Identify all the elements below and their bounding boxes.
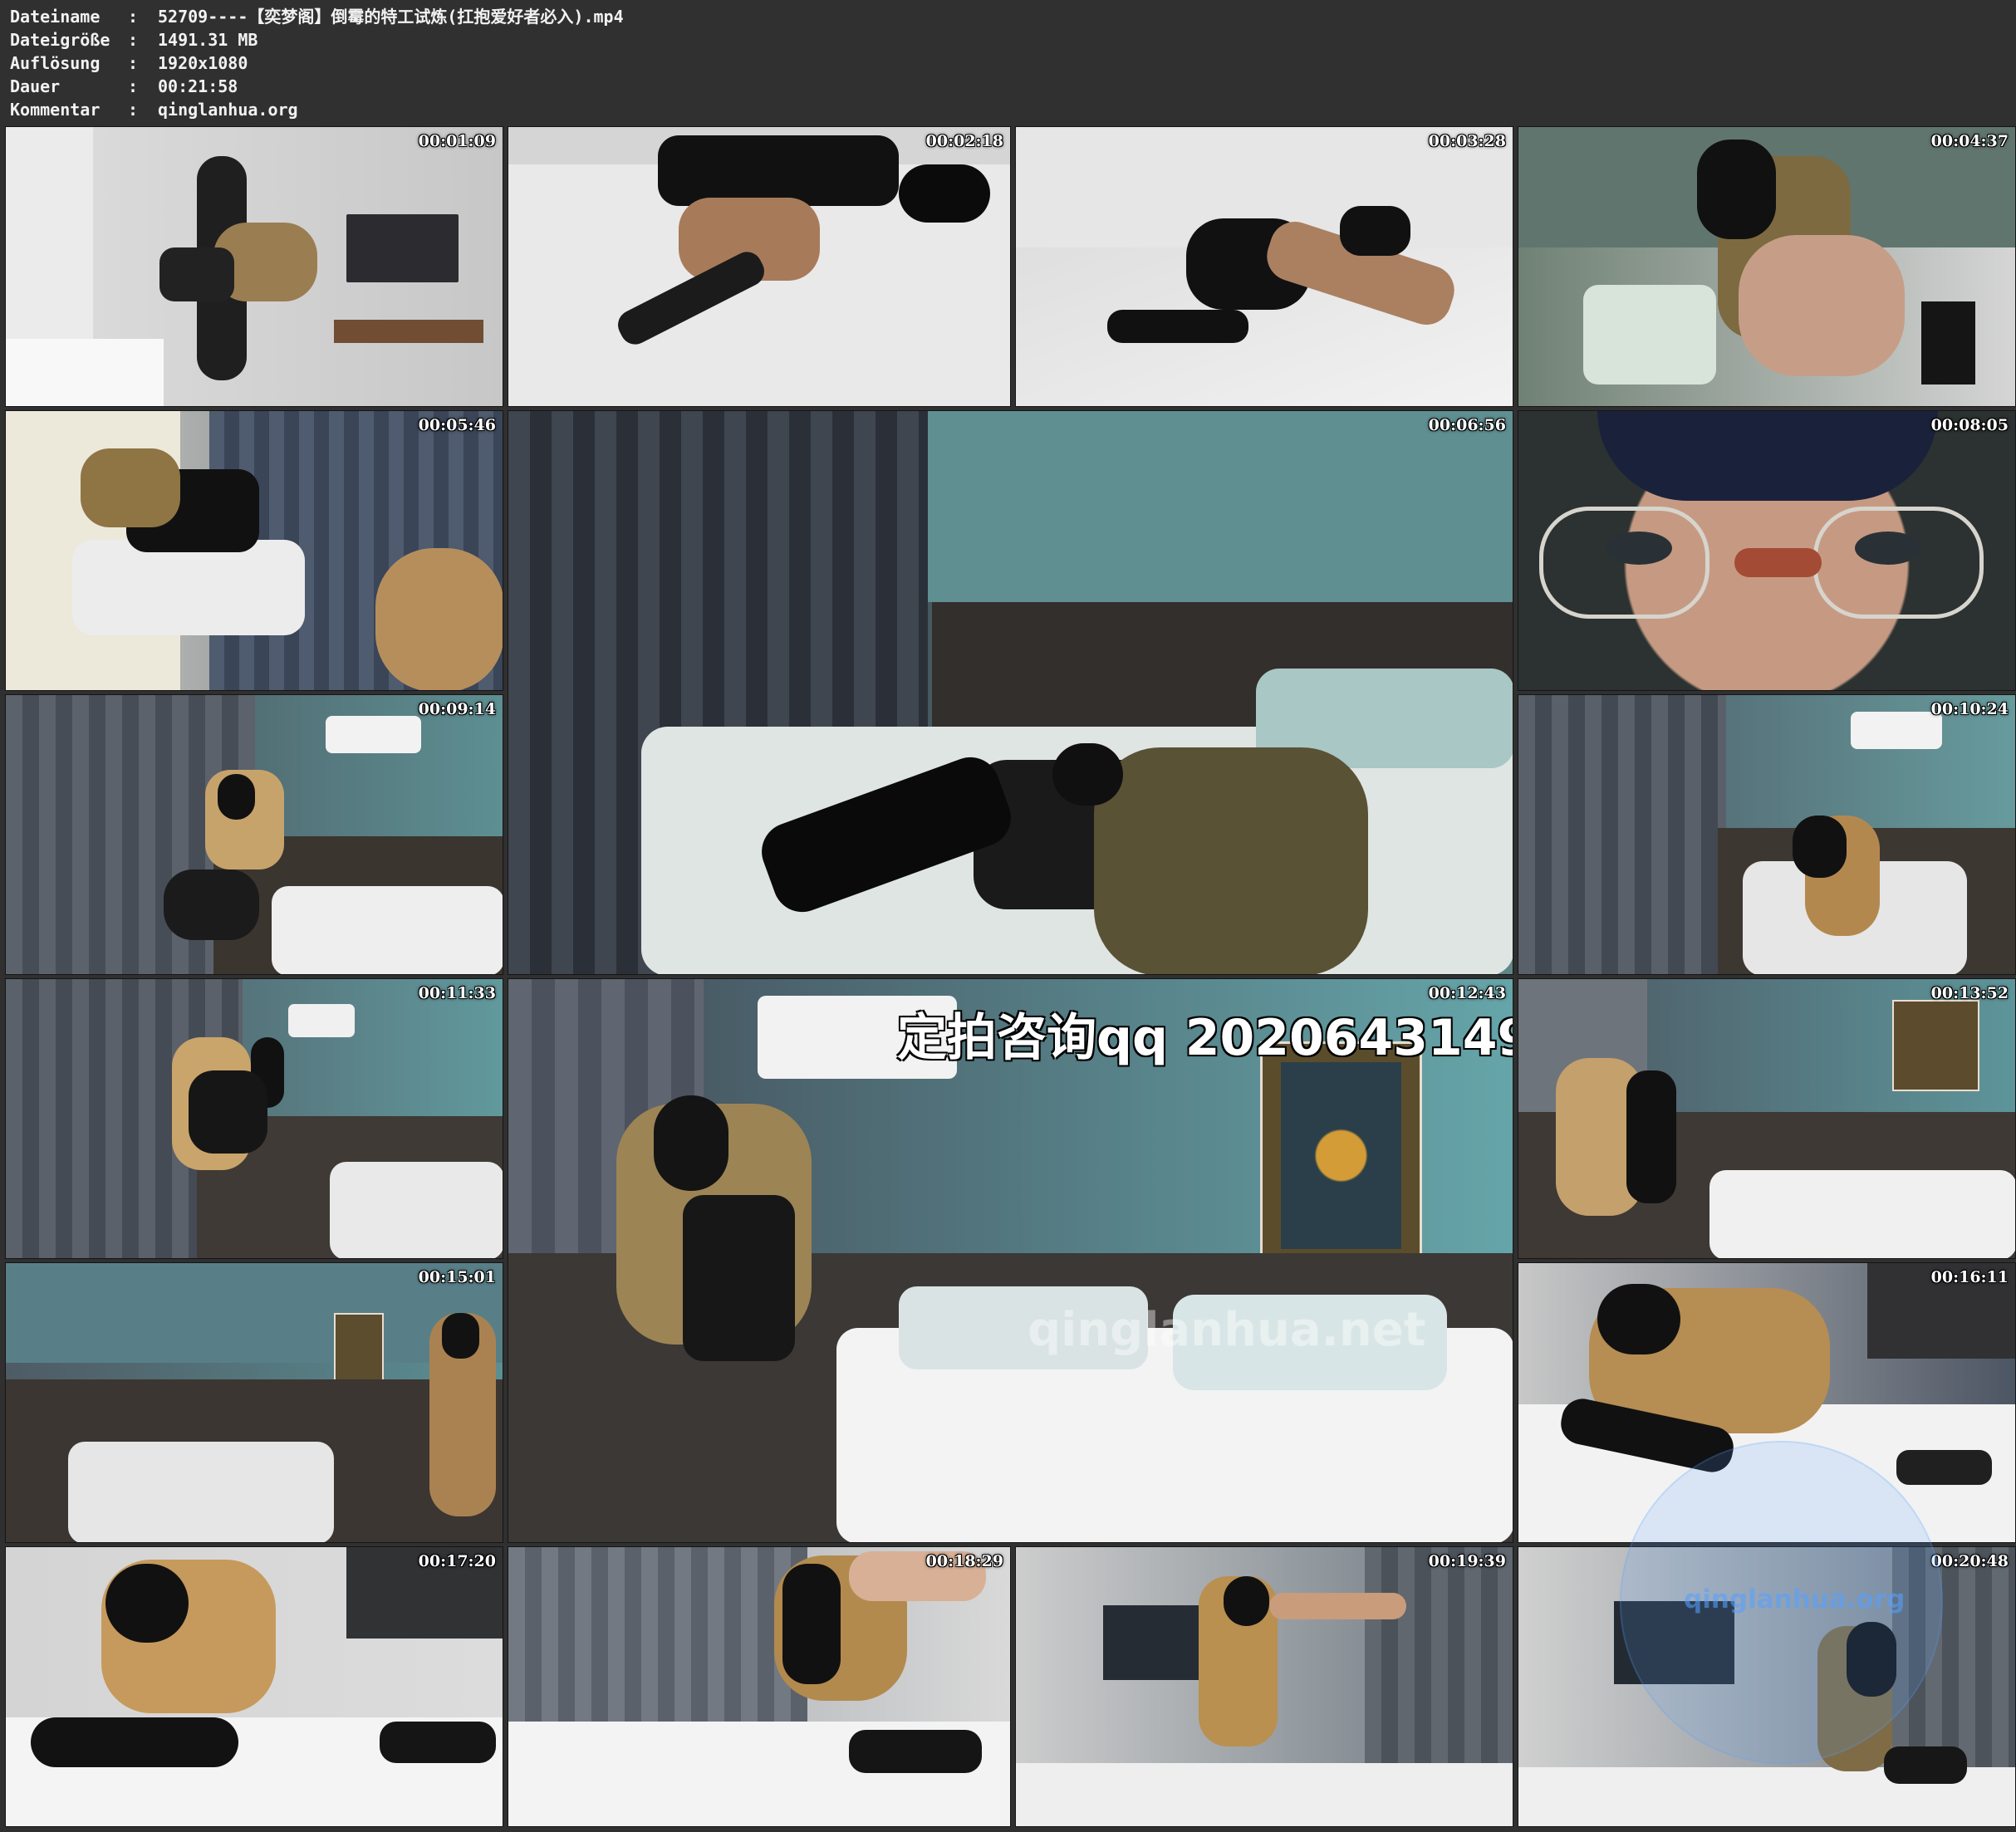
file-size-value: 1491.31 MB (158, 30, 258, 50)
scene-art (6, 695, 503, 974)
timestamp: 00:03:28 (1428, 132, 1506, 150)
timestamp: 00:17:20 (418, 1552, 496, 1570)
timestamp: 00:02:18 (925, 132, 1003, 150)
metadata-separator: : (128, 7, 139, 27)
scene-art (1518, 979, 2015, 1258)
scene-art (1016, 1547, 1513, 1826)
thumbnail-4[interactable]: 00:05:46 (5, 410, 503, 691)
thumbnail-9[interactable]: 00:11:33 (5, 978, 503, 1259)
metadata-label: Dateiname (10, 7, 101, 27)
timestamp: 00:18:29 (925, 1552, 1003, 1570)
thumbnail-11[interactable]: 00:13:52 (1518, 978, 2016, 1259)
timestamp: 00:01:09 (418, 132, 496, 150)
filename-value: 52709----【奕梦阁】倒霉的特工试炼(扛抱爱好者必入).mp4 (158, 7, 624, 27)
timestamp: 00:16:11 (1930, 1268, 2009, 1286)
scene-art (508, 411, 1513, 974)
thumbnail-3[interactable]: 00:04:37 (1518, 126, 2016, 407)
metadata-separator: : (128, 53, 139, 73)
metadata-label: Kommentar (10, 100, 101, 120)
timestamp: 00:20:48 (1930, 1552, 2009, 1570)
scene-art (1016, 127, 1513, 406)
thumbnail-15[interactable]: 00:18:29 (508, 1546, 1011, 1827)
scene-art (6, 1547, 503, 1826)
duration-value: 00:21:58 (158, 76, 238, 96)
scene-art (6, 1263, 503, 1542)
metadata-separator: : (128, 76, 139, 96)
metadata-separator: : (128, 30, 139, 50)
scene-art (6, 411, 503, 690)
metadata-label: Dateigröße (10, 30, 110, 50)
scene-art (1518, 695, 2015, 974)
thumbnail-14[interactable]: 00:17:20 (5, 1546, 503, 1827)
timestamp: 00:09:14 (418, 700, 496, 718)
metadata-row-comment: Kommentar : qinglanhua.org (10, 98, 2004, 121)
corner-watermark-text: qinglanhua.org (1684, 1585, 1906, 1614)
metadata-row-duration: Dauer : 00:21:58 (10, 75, 2004, 98)
thumbnail-2[interactable]: 00:03:28 (1015, 126, 1513, 407)
scene-art (508, 127, 1010, 406)
metadata-row-resolution: Auflösung : 1920x1080 (10, 51, 2004, 75)
timestamp: 00:04:37 (1930, 132, 2009, 150)
metadata-row-file-size: Dateigröße : 1491.31 MB (10, 28, 2004, 51)
thumbnail-10[interactable]: 定拍咨询qq 2020643149 qinglanhua.net 00:12:4… (508, 978, 1513, 1543)
thumbnail-0[interactable]: 00:01:09 (5, 126, 503, 407)
scene-art (6, 127, 503, 406)
metadata-separator: : (128, 100, 139, 120)
thumbnail-1[interactable]: 00:02:18 (508, 126, 1011, 407)
timestamp: 00:13:52 (1930, 984, 2009, 1002)
timestamp: 00:15:01 (418, 1268, 496, 1286)
timestamp: 00:05:46 (418, 416, 496, 434)
thumbnail-12[interactable]: 00:15:01 (5, 1262, 503, 1543)
timestamp: 00:10:24 (1930, 700, 2009, 718)
scene-art (1518, 127, 2015, 406)
metadata-header: Dateiname : 52709----【奕梦阁】倒霉的特工试炼(扛抱爱好者必… (10, 5, 2004, 123)
metadata-row-filename: Dateiname : 52709----【奕梦阁】倒霉的特工试炼(扛抱爱好者必… (10, 5, 2004, 28)
contact-caption: 定拍咨询qq 2020643149 (897, 1009, 1513, 1067)
scene-art (508, 1547, 1010, 1826)
thumbnail-5[interactable]: 00:06:56 (508, 410, 1513, 975)
site-watermark: qinglanhua.net (1028, 1303, 1426, 1357)
thumbnail-8[interactable]: 00:10:24 (1518, 694, 2016, 975)
thumbnail-16[interactable]: 00:19:39 (1015, 1546, 1513, 1827)
timestamp: 00:19:39 (1428, 1552, 1506, 1570)
scene-art (6, 979, 503, 1258)
scene-art (1518, 411, 2015, 690)
metadata-label: Dauer (10, 76, 61, 96)
thumbnail-7[interactable]: 00:09:14 (5, 694, 503, 975)
timestamp: 00:06:56 (1428, 416, 1506, 434)
timestamp: 00:08:05 (1930, 416, 2009, 434)
comment-value: qinglanhua.org (158, 100, 298, 120)
resolution-value: 1920x1080 (158, 53, 248, 73)
thumbnail-6[interactable]: 00:08:05 (1518, 410, 2016, 691)
metadata-label: Auflösung (10, 53, 101, 73)
timestamp: 00:11:33 (418, 984, 496, 1002)
